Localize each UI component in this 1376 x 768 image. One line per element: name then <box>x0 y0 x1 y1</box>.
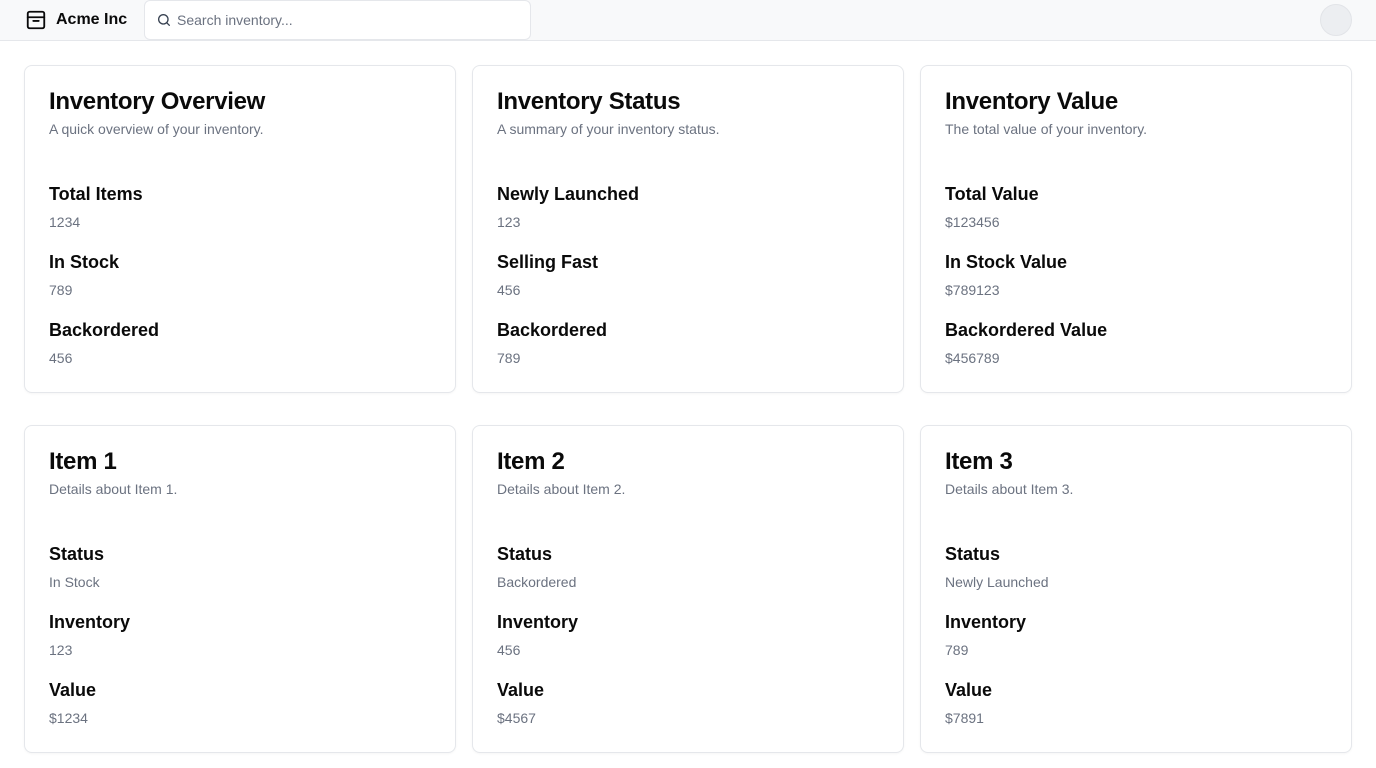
stat-label: Total Items <box>49 184 143 204</box>
card-description: The total value of your inventory. <box>945 121 1148 137</box>
card-description: Details about Item 2. <box>497 481 626 497</box>
search-icon <box>156 12 172 28</box>
stat-label: Value <box>49 680 97 700</box>
card-item-1: Item 1 Details about Item 1. Status In S… <box>24 425 456 753</box>
stat-value: 123 <box>49 642 73 658</box>
stat-label: Inventory <box>49 612 131 632</box>
card-description: A quick overview of your inventory. <box>49 121 264 137</box>
stat-label: Backordered Value <box>945 320 1108 340</box>
stat-value: $123456 <box>945 214 1000 230</box>
stat-value: 789 <box>945 642 969 658</box>
stat-value: 789 <box>497 350 521 366</box>
card-title: Item 2 <box>497 448 565 475</box>
card-inventory-overview: Inventory Overview A quick overview of y… <box>24 65 456 393</box>
card-description: Details about Item 3. <box>945 481 1074 497</box>
card-inventory-status: Inventory Status A summary of your inven… <box>472 65 904 393</box>
stat-value: 456 <box>497 642 521 658</box>
stat-value: 1234 <box>49 214 81 230</box>
stat-value: 123 <box>497 214 521 230</box>
stat-label: Value <box>945 680 993 700</box>
top-bar: Acme Inc <box>0 0 1376 41</box>
stat-label: Inventory <box>945 612 1027 632</box>
card-title: Item 3 <box>945 448 1013 475</box>
avatar[interactable] <box>1320 4 1352 36</box>
stat-value: 456 <box>49 350 73 366</box>
stat-label: Total Value <box>945 184 1039 204</box>
stat-value: Backordered <box>497 574 577 590</box>
search-input[interactable] <box>177 2 517 38</box>
stat-value: $4567 <box>497 710 536 726</box>
stat-label: Status <box>945 544 1001 564</box>
stat-value: 456 <box>497 282 521 298</box>
card-item-3: Item 3 Details about Item 3. Status Newl… <box>920 425 1352 753</box>
stat-label: Newly Launched <box>497 184 640 204</box>
stat-label: In Stock <box>49 252 120 272</box>
stat-label: Inventory <box>497 612 579 632</box>
package-icon <box>25 9 47 31</box>
card-description: Details about Item 1. <box>49 481 178 497</box>
stat-value: $7891 <box>945 710 984 726</box>
card-inventory-value: Inventory Value The total value of your … <box>920 65 1352 393</box>
stat-value: $789123 <box>945 282 1000 298</box>
stat-label: Value <box>497 680 545 700</box>
stat-label: Status <box>497 544 553 564</box>
stat-label: Backordered <box>497 320 608 340</box>
stat-value: $1234 <box>49 710 88 726</box>
card-title: Inventory Status <box>497 88 681 115</box>
card-title: Inventory Value <box>945 88 1118 115</box>
card-title: Item 1 <box>49 448 117 475</box>
stat-value: In Stock <box>49 574 100 590</box>
card-title: Inventory Overview <box>49 88 266 115</box>
brand-name: Acme Inc <box>56 11 128 28</box>
stat-label: Selling Fast <box>497 252 599 272</box>
search-box[interactable] <box>144 0 531 40</box>
stat-value: 789 <box>49 282 73 298</box>
stat-label: In Stock Value <box>945 252 1068 272</box>
card-item-2: Item 2 Details about Item 2. Status Back… <box>472 425 904 753</box>
stat-value: Newly Launched <box>945 574 1049 590</box>
brand-link[interactable]: Acme Inc <box>25 9 127 31</box>
stat-label: Status <box>49 544 105 564</box>
stat-value: $456789 <box>945 350 1000 366</box>
stat-label: Backordered <box>49 320 160 340</box>
card-description: A summary of your inventory status. <box>497 121 720 137</box>
